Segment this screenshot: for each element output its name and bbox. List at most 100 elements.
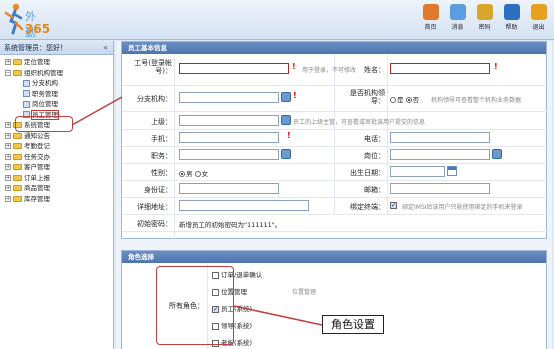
bind-terminal-checkbox[interactable]: ✓ [390, 202, 397, 209]
nav-lock-button[interactable]: 密码 [471, 4, 498, 31]
home-icon [422, 4, 439, 20]
sidebar-item[interactable]: + 库存管理 [0, 194, 113, 205]
duty-picker-icon[interactable] [281, 149, 291, 159]
init-password-text: 新增员工的初始密码为"111111"。 [179, 221, 282, 229]
folder-icon [13, 132, 22, 139]
page-icon [23, 79, 30, 87]
sidebar-item[interactable]: + 商品管理 [0, 183, 113, 194]
employee-panel-title: 员工基本信息 [122, 42, 546, 54]
role-setting-callout: 角色设置 [322, 315, 384, 334]
expand-icon[interactable]: + [5, 132, 11, 139]
account-input[interactable] [179, 63, 289, 74]
expand-icon[interactable]: + [5, 153, 11, 160]
address-input[interactable] [179, 200, 309, 211]
page-icon [23, 90, 30, 97]
nav-home-button[interactable]: 首页 [417, 4, 444, 31]
role-side-hint: 位置管理 [292, 289, 317, 296]
superior-hint: 员工的上级主管，可查看或审批该用户提交的信息 [293, 119, 426, 126]
gender-female-radio[interactable] [194, 171, 201, 177]
mobile-required-mark: ! [287, 131, 291, 140]
post-input[interactable] [390, 149, 490, 160]
sidebar-item-label: 分支机构 [32, 79, 58, 87]
leader-yes-radio[interactable] [390, 97, 396, 103]
nav-label: 帮助 [505, 24, 518, 31]
sidebar-item-label: 通知公告 [24, 131, 50, 140]
nav-help-button[interactable]: 帮助 [498, 4, 525, 31]
folder-icon [13, 185, 22, 191]
email-input[interactable] [390, 183, 490, 194]
folder-icon [13, 69, 22, 76]
page-icon [23, 100, 30, 108]
leader-no-radio[interactable] [405, 97, 412, 103]
sidebar-item[interactable]: + 客户管理 [0, 162, 113, 173]
email-label: 邮箱： [364, 186, 385, 194]
post-picker-icon[interactable] [492, 149, 502, 159]
sidebar-item[interactable]: − 组织机构管理 [0, 68, 113, 79]
address-label: 详细地址： [137, 203, 172, 211]
superior-input[interactable] [179, 115, 279, 126]
expand-icon[interactable]: + [5, 122, 11, 128]
sidebar-item-label: 库存管理 [24, 194, 50, 203]
expand-icon[interactable]: + [5, 185, 11, 191]
callout-arrow [233, 305, 323, 326]
expand-icon[interactable]: + [5, 195, 11, 202]
phone-label: 电话： [364, 135, 385, 143]
collapse-sidebar-button[interactable]: « [103, 41, 108, 55]
birthday-label: 出生日期： [350, 169, 385, 177]
sidebar-title: 系统管理员：您好！ « [0, 41, 113, 55]
is-leader-hint: 机构领导可查看整个机构业务数据 [431, 97, 522, 104]
sidebar-item-label: 职务管理 [32, 89, 58, 98]
mobile-input[interactable] [179, 132, 279, 143]
gender-female-label: 女 [201, 170, 209, 178]
sidebar-item[interactable]: + 定位管理 [0, 57, 113, 68]
sidebar-item-label: 商品管理 [24, 184, 50, 192]
idcard-input[interactable] [179, 183, 279, 194]
sidebar-item-label: 定位管理 [24, 58, 50, 66]
collapse-icon[interactable]: − [5, 69, 11, 76]
bind-terminal-label: 绑定终端： [350, 203, 385, 211]
phone-input[interactable] [390, 132, 490, 143]
header-bar: 外勤 365 首页 消息 密码 帮助 退出 [0, 0, 554, 40]
role-panel-title: 角色选择 [122, 251, 546, 263]
leader-no-label: 否 [412, 96, 420, 104]
expand-icon[interactable]: + [5, 59, 11, 65]
folder-icon [13, 153, 22, 160]
branch-input[interactable] [179, 92, 279, 103]
expand-icon[interactable]: + [5, 164, 11, 170]
gender-options: 男 女 [179, 168, 208, 178]
folder-icon [13, 143, 22, 149]
duty-input[interactable] [179, 149, 279, 160]
nav-message-button[interactable]: 消息 [444, 4, 471, 31]
folder-icon [13, 59, 22, 65]
runner-icon [4, 3, 24, 35]
main-content: 员工基本信息 工号(登录帐号)： ! 用于登录，不可修改 姓名： ! 分支机构：… [116, 41, 552, 349]
account-label: 工号(登录帐号)： [134, 59, 172, 75]
leader-yes-label: 是 [397, 96, 404, 104]
post-label: 岗位： [364, 152, 385, 160]
expand-icon[interactable]: + [5, 174, 11, 181]
superior-picker-icon[interactable] [281, 115, 291, 125]
lock-icon [476, 4, 493, 20]
gender-male-radio[interactable] [179, 171, 185, 177]
branch-picker-icon[interactable] [281, 92, 291, 102]
sidebar-item-label: 考勤登记 [24, 142, 50, 150]
nav-label: 消息 [451, 24, 464, 31]
sidebar-item-label: 客户管理 [24, 163, 50, 171]
calendar-icon[interactable] [447, 166, 457, 176]
message-icon [449, 4, 466, 20]
sidebar-item[interactable]: + 通知公告 [0, 131, 113, 142]
sidebar-item[interactable]: + 考勤登记 [0, 141, 113, 152]
power-icon [530, 4, 547, 20]
birthday-input[interactable] [390, 166, 445, 177]
branch-required-mark: ! [293, 91, 297, 100]
nav-power-button[interactable]: 退出 [525, 4, 552, 31]
expand-icon[interactable]: + [5, 143, 11, 149]
name-input[interactable] [390, 63, 490, 74]
sidebar-item[interactable]: + 任务交办 [0, 152, 113, 163]
help-icon [503, 4, 520, 20]
is-leader-options: 是 否 [390, 94, 419, 104]
sidebar-item-label: 订单上报 [24, 173, 50, 182]
folder-icon [13, 195, 22, 202]
sidebar-item[interactable]: 分支机构 [0, 78, 113, 89]
sidebar-item[interactable]: + 订单上报 [0, 173, 113, 184]
